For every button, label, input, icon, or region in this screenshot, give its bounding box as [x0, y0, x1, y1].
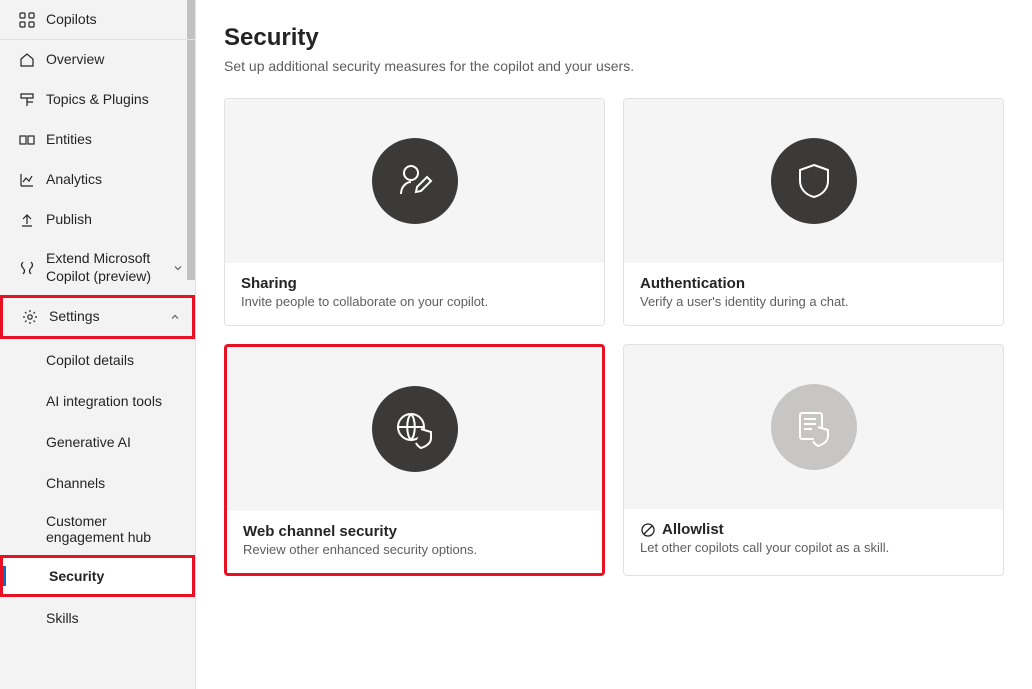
sidebar-item-settings[interactable]: Settings — [0, 295, 195, 339]
card-title: Web channel security — [243, 523, 586, 540]
card-allowlist[interactable]: Allowlist Let other copilots call your c… — [623, 344, 1004, 576]
card-title-text: Allowlist — [662, 521, 724, 538]
sidebar-item-copilots[interactable]: Copilots — [0, 0, 195, 40]
card-description: Invite people to collaborate on your cop… — [241, 294, 588, 309]
sidebar-subitem-channels[interactable]: Channels — [0, 462, 195, 503]
sidebar-subitem-copilot-details[interactable]: Copilot details — [0, 339, 195, 380]
card-body: Web channel security Review other enhanc… — [227, 511, 602, 573]
topics-icon — [18, 91, 36, 109]
sidebar-label: Entities — [46, 131, 185, 149]
security-cards-grid: Sharing Invite people to collaborate on … — [224, 98, 1004, 576]
sidebar-label: Copilot details — [46, 352, 134, 368]
globe-shield-icon — [372, 386, 458, 472]
sidebar-label: Topics & Plugins — [46, 91, 185, 109]
sidebar: ▲ Copilots Overview Topics & Plugins — [0, 0, 196, 689]
sidebar-item-overview[interactable]: Overview — [0, 40, 195, 80]
copilots-icon — [18, 11, 36, 29]
prohibit-icon — [640, 522, 656, 538]
sidebar-label: Settings — [49, 308, 168, 326]
card-title: Allowlist — [640, 521, 987, 538]
sidebar-label: Overview — [46, 51, 185, 69]
card-body: Sharing Invite people to collaborate on … — [225, 263, 604, 325]
sidebar-item-entities[interactable]: Entities — [0, 120, 195, 160]
card-header — [624, 99, 1003, 263]
sidebar-label: Analytics — [46, 171, 185, 189]
card-description: Let other copilots call your copilot as … — [640, 540, 987, 555]
sidebar-label: AI integration tools — [46, 393, 162, 409]
card-body: Allowlist Let other copilots call your c… — [624, 509, 1003, 571]
sidebar-item-analytics[interactable]: Analytics — [0, 160, 195, 200]
analytics-icon — [18, 171, 36, 189]
card-web-channel-security[interactable]: Web channel security Review other enhanc… — [224, 344, 605, 576]
sidebar-label: Channels — [46, 475, 105, 491]
sidebar-label: Generative AI — [46, 434, 131, 450]
main-content: Security Set up additional security meas… — [196, 0, 1032, 689]
page-subtitle: Set up additional security measures for … — [224, 58, 1004, 74]
chevron-down-icon — [171, 261, 185, 275]
sidebar-item-extend-copilot[interactable]: Extend Microsoft Copilot (preview) — [0, 240, 195, 295]
page-title: Security — [224, 24, 1004, 52]
card-header — [227, 347, 602, 511]
sidebar-label: Customer engagement hub — [46, 513, 181, 545]
list-shield-icon — [771, 384, 857, 470]
sidebar-subitem-ai-integration[interactable]: AI integration tools — [0, 380, 195, 421]
extend-icon — [18, 259, 36, 277]
sidebar-label: Copilots — [46, 11, 185, 29]
publish-icon — [18, 211, 36, 229]
entities-icon — [18, 131, 36, 149]
sidebar-item-topics-plugins[interactable]: Topics & Plugins — [0, 80, 195, 120]
home-icon — [18, 51, 36, 69]
card-description: Review other enhanced security options. — [243, 542, 586, 557]
card-body: Authentication Verify a user's identity … — [624, 263, 1003, 325]
sidebar-label: Security — [49, 568, 104, 584]
sidebar-subitem-generative-ai[interactable]: Generative AI — [0, 421, 195, 462]
sidebar-label: Skills — [46, 610, 79, 626]
sidebar-subitem-security[interactable]: Security — [0, 555, 195, 597]
card-title: Authentication — [640, 275, 987, 292]
card-authentication[interactable]: Authentication Verify a user's identity … — [623, 98, 1004, 326]
card-title: Sharing — [241, 275, 588, 292]
card-description: Verify a user's identity during a chat. — [640, 294, 987, 309]
card-header — [225, 99, 604, 263]
gear-icon — [21, 308, 39, 326]
sidebar-item-publish[interactable]: Publish — [0, 200, 195, 240]
card-header — [624, 345, 1003, 509]
card-sharing[interactable]: Sharing Invite people to collaborate on … — [224, 98, 605, 326]
sidebar-label: Extend Microsoft Copilot (preview) — [46, 250, 171, 285]
sharing-icon — [372, 138, 458, 224]
sidebar-label: Publish — [46, 211, 185, 229]
sidebar-subitem-skills[interactable]: Skills — [0, 597, 195, 638]
chevron-up-icon — [168, 310, 182, 324]
shield-icon — [771, 138, 857, 224]
sidebar-subitem-customer-hub[interactable]: Customer engagement hub — [0, 503, 195, 555]
